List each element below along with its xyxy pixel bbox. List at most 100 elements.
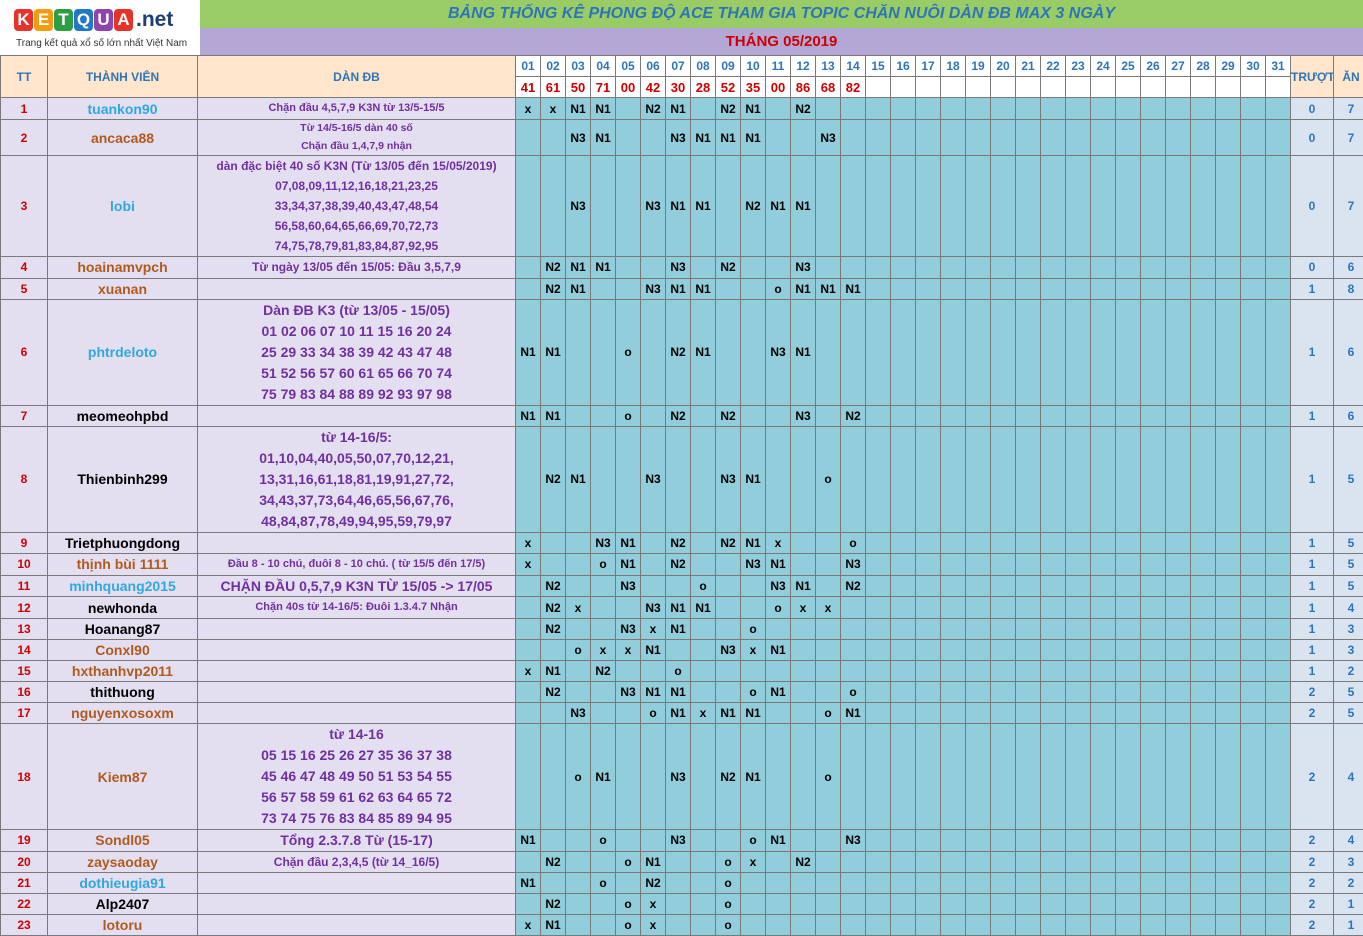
day-cell — [1166, 553, 1191, 575]
day-cell — [1241, 156, 1266, 257]
day-cell — [941, 682, 966, 703]
member-name[interactable]: Alp2407 — [48, 894, 198, 915]
day-cell — [991, 553, 1016, 575]
member-name[interactable]: Hoanang87 — [48, 619, 198, 640]
day-cell — [1116, 532, 1141, 553]
day-cell — [1166, 619, 1191, 640]
row-index: 19 — [1, 830, 48, 852]
day-cell — [1191, 278, 1216, 299]
day-cell: N1 — [566, 278, 591, 299]
day-cell — [1091, 257, 1116, 279]
day-cell — [1091, 915, 1116, 936]
day-cell — [891, 640, 916, 661]
day-cell — [816, 873, 841, 894]
member-name[interactable]: thithuong — [48, 682, 198, 703]
dan-db — [198, 405, 516, 426]
day-cell — [1091, 597, 1116, 619]
member-name[interactable]: zaysaoday — [48, 851, 198, 873]
day-cell — [766, 619, 791, 640]
dan-db — [198, 278, 516, 299]
day-cell — [1141, 915, 1166, 936]
day-cell — [566, 830, 591, 852]
day-cell: N1 — [741, 724, 766, 830]
day-cell — [866, 553, 891, 575]
logo-letter: A — [114, 9, 133, 31]
day-cell — [1141, 299, 1166, 405]
day-cell — [716, 619, 741, 640]
day-cell — [591, 405, 616, 426]
member-name[interactable]: Sondl05 — [48, 830, 198, 852]
member-name[interactable]: hoainamvpch — [48, 257, 198, 279]
day-cell — [791, 640, 816, 661]
member-name[interactable]: lobi — [48, 156, 198, 257]
member-name[interactable]: minhquang2015 — [48, 575, 198, 597]
member-name[interactable]: dothieugia91 — [48, 873, 198, 894]
day-cell — [1066, 299, 1091, 405]
member-name[interactable]: Conxl90 — [48, 640, 198, 661]
day-result — [1016, 77, 1041, 98]
member-name[interactable]: xuanan — [48, 278, 198, 299]
member-name[interactable]: hxthanhvp2011 — [48, 661, 198, 682]
day-cell — [966, 278, 991, 299]
member-name[interactable]: lotoru — [48, 915, 198, 936]
day-cell — [1141, 894, 1166, 915]
day-header: 10 — [741, 56, 766, 77]
member-name[interactable]: Trietphuongdong — [48, 532, 198, 553]
day-cell — [766, 426, 791, 532]
day-cell — [666, 575, 691, 597]
day-result: 35 — [741, 77, 766, 98]
day-cell — [916, 661, 941, 682]
day-cell — [1241, 575, 1266, 597]
member-name[interactable]: thịnh bùi 1111 — [48, 553, 198, 575]
day-cell: N3 — [641, 278, 666, 299]
day-cell — [1141, 873, 1166, 894]
member-name[interactable]: Thienbinh299 — [48, 426, 198, 532]
day-cell: N2 — [791, 98, 816, 120]
day-cell — [1066, 532, 1091, 553]
day-cell — [741, 299, 766, 405]
day-cell — [716, 597, 741, 619]
member-name[interactable]: meomeohpbd — [48, 405, 198, 426]
day-cell — [1016, 661, 1041, 682]
ketqua-logo[interactable]: K E T Q U A .net Trang kết quả xổ số lớn… — [0, 0, 200, 56]
day-cell — [1166, 873, 1191, 894]
dan-line: 75 79 83 84 88 89 92 93 97 98 — [198, 384, 515, 405]
member-name[interactable]: Kiem87 — [48, 724, 198, 830]
day-cell — [516, 724, 541, 830]
day-cell — [591, 156, 616, 257]
day-cell — [1216, 532, 1241, 553]
member-name[interactable]: ancaca88 — [48, 120, 198, 156]
dan-db: Dàn ĐB K3 (từ 13/05 - 15/05)01 02 06 07 … — [198, 299, 516, 405]
day-result: 41 — [516, 77, 541, 98]
day-cell — [1016, 597, 1041, 619]
table-row: 15hxthanhvp2011xN1N2o12 — [1, 661, 1363, 682]
table-row: 10thịnh bùi 1111Đầu 8 - 10 chú, đuôi 8 -… — [1, 553, 1363, 575]
dan-db — [198, 703, 516, 724]
day-cell — [516, 156, 541, 257]
day-cell: N1 — [666, 98, 691, 120]
dan-db — [198, 640, 516, 661]
member-name[interactable]: nguyenxosoxm — [48, 703, 198, 724]
day-cell — [1091, 894, 1116, 915]
day-cell — [1091, 553, 1116, 575]
day-cell — [1066, 851, 1091, 873]
day-cell: N1 — [716, 120, 741, 156]
day-cell — [1191, 851, 1216, 873]
member-name[interactable]: newhonda — [48, 597, 198, 619]
day-cell — [866, 915, 891, 936]
day-cell — [941, 405, 966, 426]
day-cell — [1166, 661, 1191, 682]
day-header: 15 — [866, 56, 891, 77]
day-cell — [641, 553, 666, 575]
day-cell — [866, 894, 891, 915]
day-cell — [591, 703, 616, 724]
day-header: 13 — [816, 56, 841, 77]
day-cell — [616, 724, 641, 830]
day-cell — [1116, 894, 1141, 915]
day-cell — [516, 894, 541, 915]
day-cell — [641, 120, 666, 156]
member-name[interactable]: phtrdeloto — [48, 299, 198, 405]
member-name[interactable]: tuankon90 — [48, 98, 198, 120]
day-cell: o — [616, 299, 641, 405]
dan-db: Từ ngày 13/05 đến 15/05: Đầu 3,5,7,9 — [198, 257, 516, 279]
